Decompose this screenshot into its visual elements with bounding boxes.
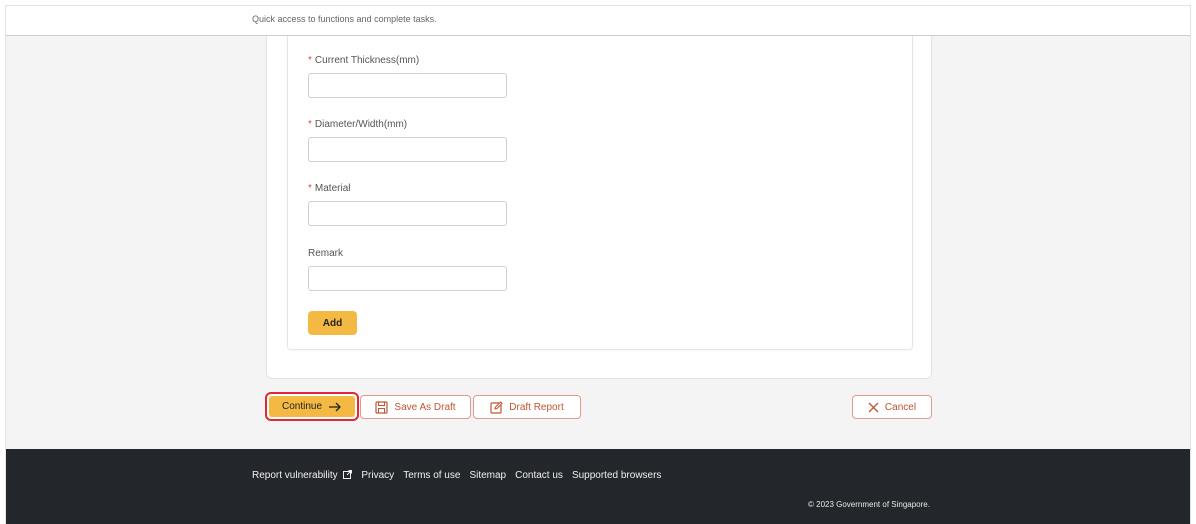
thickness-input[interactable] [308, 73, 507, 98]
continue-button[interactable]: Continue [265, 392, 359, 421]
page-subtitle: Quick access to functions and complete t… [252, 14, 437, 24]
top-bar: Quick access to functions and complete t… [6, 6, 1190, 36]
footer-link-supported-browsers[interactable]: Supported browsers [572, 470, 662, 481]
draft-report-label: Draft Report [509, 401, 564, 413]
footer-link-terms-of-use[interactable]: Terms of use [403, 470, 460, 481]
page-frame: Quick access to functions and complete t… [5, 5, 1191, 524]
footer-link-sitemap[interactable]: Sitemap [469, 470, 506, 481]
draft-report-button[interactable]: Draft Report [473, 395, 581, 419]
required-marker: * [308, 183, 312, 194]
continue-label: Continue [281, 401, 323, 412]
thickness-label: * Current Thickness(mm) [308, 55, 420, 66]
edit-icon [490, 400, 503, 414]
close-icon [868, 402, 879, 413]
required-marker: * [308, 55, 312, 66]
add-button[interactable]: Add [308, 311, 357, 335]
remark-input[interactable] [308, 266, 507, 291]
form-card: * Current Thickness(mm) * Diameter/Width(m… [287, 36, 913, 350]
save-icon [375, 400, 389, 414]
save-as-draft-label: Save As Draft [394, 401, 456, 413]
footer: Report vulnerability Privacy Terms of us… [6, 449, 1190, 524]
cancel-button[interactable]: Cancel [852, 395, 932, 419]
material-input[interactable] [308, 201, 507, 226]
form-container: * Current Thickness(mm) * Diameter/Width(m… [266, 36, 932, 379]
material-label: * Material [308, 183, 351, 194]
footer-link-report-vulnerability[interactable]: Report vulnerability [252, 470, 353, 481]
cancel-label: Cancel [884, 401, 917, 413]
arrow-right-icon [328, 402, 342, 412]
diameter-width-input[interactable] [308, 137, 507, 162]
save-as-draft-button[interactable]: Save As Draft [360, 395, 471, 419]
external-link-icon [343, 470, 353, 479]
required-marker: * [308, 119, 312, 130]
copyright-text: © 2023 Government of Singapore. [808, 500, 930, 509]
remark-label: Remark [308, 248, 344, 259]
diameter-width-label: * Diameter/Width(mm) [308, 119, 408, 130]
footer-link-privacy[interactable]: Privacy [361, 470, 394, 481]
footer-link-contact-us[interactable]: Contact us [515, 470, 563, 481]
footer-links: Report vulnerability Privacy Terms of us… [252, 470, 661, 481]
